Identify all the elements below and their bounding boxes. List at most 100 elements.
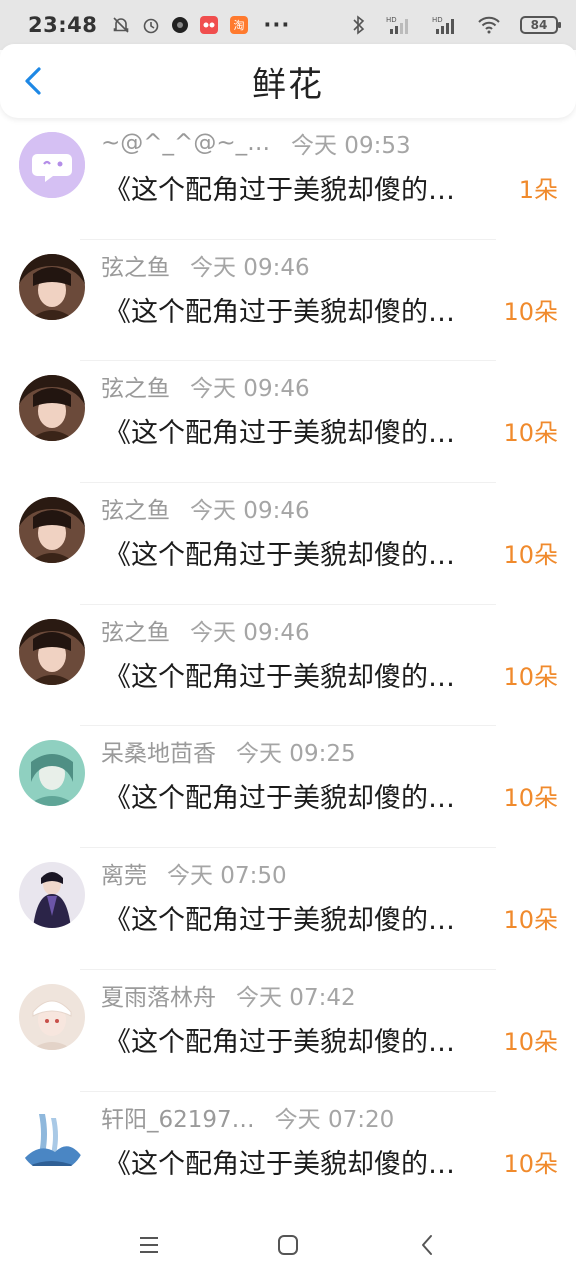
book-title[interactable]: 《这个配角过于美貌却傻的… <box>104 168 496 208</box>
list-item[interactable]: 弦之鱼 今天 09:46 《这个配角过于美貌却傻的… 10朵 <box>0 483 576 605</box>
sender-name[interactable]: 呆桑地茴香 <box>101 734 216 768</box>
system-back-button[interactable] <box>407 1225 447 1265</box>
sender-name[interactable]: 夏雨落林舟 <box>101 978 216 1012</box>
svg-text:淘: 淘 <box>234 19 245 32</box>
blue-landscape-icon <box>19 1105 85 1172</box>
sender-name[interactable]: 弦之鱼 <box>101 369 170 403</box>
list-item[interactable]: 弦之鱼 今天 09:46 《这个配角过于美貌却傻的… 10朵 <box>0 240 576 362</box>
signal-hd-1-icon: HD <box>386 15 412 35</box>
page-header: 鲜花 <box>0 44 576 118</box>
avatar[interactable] <box>19 497 85 564</box>
signal-hd-2-icon: HD <box>432 15 458 35</box>
avatar[interactable] <box>19 253 85 320</box>
book-title[interactable]: 《这个配角过于美貌却傻的… <box>104 411 496 451</box>
send-time: 今天 09:46 <box>190 376 310 403</box>
send-time: 今天 09:25 <box>236 741 356 768</box>
avatar[interactable] <box>19 983 85 1050</box>
sender-name[interactable]: 弦之鱼 <box>101 248 170 282</box>
list-item[interactable]: ~@^_^@~_8… 今天 09:53 《这个配角过于美貌却傻的… 1朵 <box>0 118 576 240</box>
flower-count: 10朵 <box>503 784 558 813</box>
girl-portrait-icon <box>19 497 85 564</box>
shop-app-icon: 淘 <box>229 15 249 35</box>
white-hair-boy-portrait-icon <box>19 983 85 1050</box>
book-title[interactable]: 《这个配角过于美貌却傻的… <box>104 1142 496 1182</box>
status-time: 23:48 <box>28 13 98 37</box>
book-title[interactable]: 《这个配角过于美貌却傻的… <box>104 898 496 938</box>
sender-name[interactable]: ~@^_^@~_8… <box>101 130 271 156</box>
item-meta: 呆桑地茴香 今天 09:25 <box>101 734 356 768</box>
flower-count: 10朵 <box>503 906 558 935</box>
send-time: 今天 09:46 <box>190 498 310 525</box>
avatar[interactable] <box>19 375 85 442</box>
girl-portrait-icon <box>19 253 85 320</box>
item-meta: ~@^_^@~_8… 今天 09:53 <box>101 128 411 159</box>
list-item[interactable]: 轩阳_62197… 今天 07:20 《这个配角过于美貌却傻的… 10朵 <box>0 1092 576 1214</box>
flower-count: 10朵 <box>503 662 558 691</box>
status-bar: 23:48 淘 ··· HD HD 84 <box>0 0 576 50</box>
flower-count: 10朵 <box>503 1149 558 1178</box>
list-item[interactable]: 夏雨落林舟 今天 07:42 《这个配角过于美貌却傻的… 10朵 <box>0 970 576 1092</box>
app-notification-icon <box>171 16 189 34</box>
sender-name[interactable]: 轩阳_62197… <box>101 1100 255 1134</box>
send-time: 今天 09:46 <box>190 619 310 646</box>
girl-portrait-icon <box>19 618 85 685</box>
item-meta: 弦之鱼 今天 09:46 <box>101 369 310 403</box>
book-title[interactable]: 《这个配角过于美貌却傻的… <box>104 1020 496 1060</box>
more-notifications-dots: ··· <box>263 13 291 37</box>
avatar[interactable] <box>19 1105 85 1172</box>
send-time: 今天 09:53 <box>291 133 411 159</box>
teal-girl-portrait-icon <box>19 740 85 807</box>
battery-icon: 84 <box>520 16 561 34</box>
flower-record-list: ~@^_^@~_8… 今天 09:53 《这个配角过于美貌却傻的… 1朵 弦之鱼… <box>0 118 576 1214</box>
chevron-left-icon <box>25 67 41 95</box>
item-meta: 弦之鱼 今天 09:46 <box>101 613 310 647</box>
send-time: 今天 07:42 <box>236 984 356 1011</box>
home-square-icon <box>277 1235 298 1255</box>
book-title[interactable]: 《这个配角过于美貌却傻的… <box>104 776 496 816</box>
send-time: 今天 09:46 <box>190 254 310 281</box>
sender-name[interactable]: 离莞 <box>101 856 147 890</box>
flower-count: 1朵 <box>518 176 558 204</box>
sender-name[interactable]: 弦之鱼 <box>101 613 170 647</box>
back-button[interactable] <box>18 66 48 96</box>
avatar[interactable] <box>19 132 85 198</box>
sender-name[interactable]: 弦之鱼 <box>101 491 170 525</box>
item-meta: 弦之鱼 今天 09:46 <box>101 248 310 282</box>
list-item[interactable]: 呆桑地茴香 今天 09:25 《这个配角过于美貌却傻的… 10朵 <box>0 726 576 849</box>
girl-portrait-icon <box>19 375 85 442</box>
flower-count: 10朵 <box>503 541 558 570</box>
send-time: 今天 07:20 <box>274 1106 395 1133</box>
book-title[interactable]: 《这个配角过于美貌却傻的… <box>104 533 496 573</box>
list-item[interactable]: 离莞 今天 07:50 《这个配角过于美貌却傻的… 10朵 <box>0 848 576 970</box>
svg-text:HD: HD <box>386 16 397 24</box>
avatar[interactable] <box>19 618 85 685</box>
item-meta: 弦之鱼 今天 09:46 <box>101 491 310 525</box>
send-time: 今天 07:50 <box>167 863 287 890</box>
bluetooth-icon <box>352 15 366 35</box>
home-button[interactable] <box>268 1225 308 1265</box>
recent-apps-button[interactable] <box>129 1225 169 1265</box>
page-title: 鲜花 <box>252 64 324 105</box>
alarm-clock-icon <box>141 15 161 35</box>
svg-text:HD: HD <box>432 16 443 24</box>
flower-count: 10朵 <box>503 1027 558 1056</box>
book-title[interactable]: 《这个配角过于美貌却傻的… <box>104 655 496 695</box>
back-arrow-icon <box>421 1235 432 1255</box>
list-item[interactable]: 弦之鱼 今天 09:46 《这个配角过于美貌却傻的… 10朵 <box>0 361 576 484</box>
item-meta: 夏雨落林舟 今天 07:42 <box>101 978 356 1012</box>
menu-icon <box>140 1237 159 1253</box>
flower-count: 10朵 <box>503 297 558 326</box>
wifi-icon <box>478 16 500 34</box>
avatar[interactable] <box>19 862 85 929</box>
item-meta: 轩阳_62197… 今天 07:20 <box>101 1100 395 1134</box>
system-nav-bar <box>0 1210 576 1280</box>
mute-bell-icon <box>111 15 131 35</box>
flower-count: 10朵 <box>503 419 558 448</box>
book-title[interactable]: 《这个配角过于美貌却傻的… <box>104 290 496 330</box>
swordsman-portrait-icon <box>19 862 85 929</box>
item-meta: 离莞 今天 07:50 <box>101 856 287 890</box>
taobao-app-icon <box>199 15 219 35</box>
avatar[interactable] <box>19 740 85 807</box>
list-item[interactable]: 弦之鱼 今天 09:46 《这个配角过于美貌却傻的… 10朵 <box>0 605 576 727</box>
chat-bubble-icon <box>19 132 85 198</box>
